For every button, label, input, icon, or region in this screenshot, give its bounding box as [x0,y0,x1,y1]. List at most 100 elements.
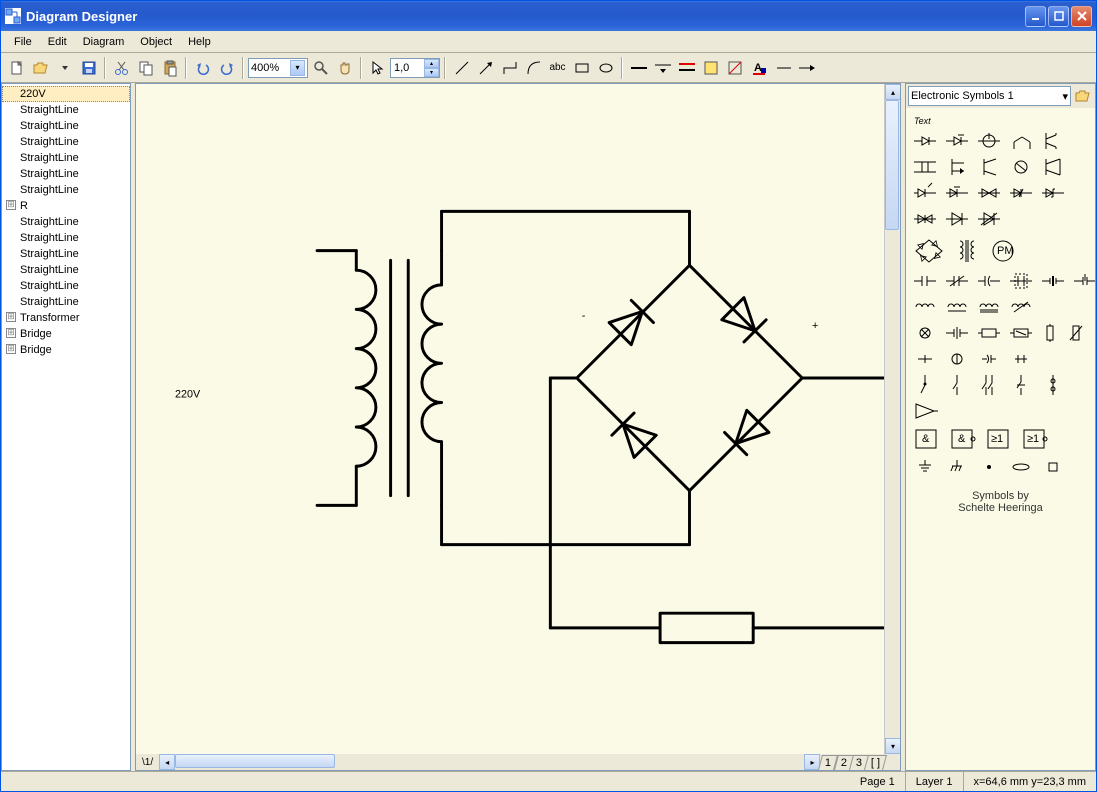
textcolor-button[interactable]: A [747,56,770,79]
tree-item[interactable]: R [2,198,130,214]
vertical-scrollbar[interactable]: ▴ ▾ [884,84,900,754]
new-button[interactable] [5,56,28,79]
symbol-item[interactable] [1074,272,1095,290]
tree-item[interactable]: StraightLine [2,150,130,166]
symbol-item[interactable] [1010,158,1032,176]
linestyle-solid-button[interactable] [627,56,650,79]
symbol-item[interactable] [946,210,968,228]
menu-diagram[interactable]: Diagram [76,34,132,50]
symbol-item[interactable] [946,298,968,316]
symbol-item[interactable] [914,376,936,394]
symbol-node[interactable] [978,458,1000,476]
symbol-item[interactable] [1042,376,1064,394]
paste-button[interactable] [158,56,181,79]
symbol-gate[interactable]: ≥1 [1022,428,1048,450]
zoom-combo[interactable]: 400% ▾ [248,58,308,78]
open-button[interactable] [29,56,52,79]
palette-text-tool[interactable]: Text [914,116,1087,126]
spin-up-icon[interactable]: ▴ [424,59,439,68]
symbol-item[interactable] [1042,132,1064,150]
tree-item[interactable]: StraightLine [2,230,130,246]
symbol-item[interactable] [946,132,968,150]
symbol-item[interactable] [978,350,1000,368]
open-dropdown-button[interactable] [53,56,76,79]
symbol-gate[interactable]: & [914,428,940,450]
symbol-gate[interactable]: ≥1 [986,428,1012,450]
symbol-item[interactable] [1042,272,1064,290]
menu-edit[interactable]: Edit [41,34,74,50]
symbol-item[interactable] [1010,184,1032,202]
symbol-item[interactable] [1010,272,1032,290]
tree-item[interactable]: 220V [2,86,130,102]
symbol-item[interactable] [978,184,1000,202]
object-tree[interactable]: 220VStraightLineStraightLineStraightLine… [1,83,131,771]
scroll-up-icon[interactable]: ▴ [885,84,901,100]
arrowend-button[interactable] [795,56,818,79]
pointer-tool[interactable] [366,56,389,79]
symbol-item[interactable] [1042,158,1064,176]
tree-item[interactable]: StraightLine [2,166,130,182]
palette-dropdown-icon[interactable]: ▾ [1062,90,1068,103]
menu-file[interactable]: File [7,34,39,50]
symbol-item[interactable] [946,376,968,394]
tree-item[interactable]: Bridge [2,326,130,342]
symbol-item[interactable] [978,158,1000,176]
minimize-button[interactable] [1025,6,1046,27]
pan-hand-button[interactable] [333,56,356,79]
symbol-item[interactable] [946,184,968,202]
symbol-item[interactable] [1010,298,1032,316]
symbol-item[interactable] [1042,184,1064,202]
page-tab-new[interactable]: [ ] [864,755,887,770]
fillcolor2-button[interactable] [723,56,746,79]
linewidth-spinner[interactable]: 1,0 ▴▾ [390,58,440,78]
symbol-transformer[interactable] [954,238,980,264]
tree-item[interactable]: StraightLine [2,262,130,278]
tree-item[interactable]: StraightLine [2,182,130,198]
symbol-opamp[interactable] [914,402,938,420]
curve-tool[interactable] [522,56,545,79]
symbol-item[interactable] [1042,324,1058,342]
symbol-item[interactable] [978,324,1000,342]
symbol-item[interactable] [914,184,936,202]
canvas[interactable]: 220V [135,83,901,771]
maximize-button[interactable] [1048,6,1069,27]
spin-down-icon[interactable]: ▾ [424,68,439,77]
symbol-item[interactable] [914,298,936,316]
tree-item[interactable]: Transformer [2,310,130,326]
tree-item[interactable]: StraightLine [2,134,130,150]
arrowstart-button[interactable] [771,56,794,79]
arrow-tool[interactable] [474,56,497,79]
zoom-fit-button[interactable] [309,56,332,79]
symbol-item[interactable] [946,324,968,342]
tree-item[interactable]: StraightLine [2,278,130,294]
symbol-item[interactable] [1010,350,1032,368]
redo-button[interactable] [215,56,238,79]
zoom-dropdown-icon[interactable]: ▾ [290,60,305,76]
scroll-down-icon[interactable]: ▾ [885,738,901,754]
tree-item[interactable]: StraightLine [2,214,130,230]
symbol-motor[interactable]: PM [990,238,1016,264]
symbol-item[interactable] [1010,376,1032,394]
symbol-item[interactable] [946,350,968,368]
symbol-connector[interactable] [1042,458,1064,476]
symbol-gate[interactable]: & [950,428,976,450]
symbol-ground[interactable] [914,458,936,476]
horizontal-scrollbar[interactable] [175,754,804,770]
symbol-item[interactable] [1010,132,1032,150]
scroll-left-icon[interactable]: ◂ [159,754,175,770]
symbol-ground2[interactable] [946,458,968,476]
tree-item[interactable]: Bridge [2,342,130,358]
symbol-item[interactable] [946,272,968,290]
symbol-item[interactable] [914,158,936,176]
cut-button[interactable] [110,56,133,79]
symbol-item[interactable] [1068,324,1084,342]
symbol-item[interactable] [946,158,968,176]
symbol-item[interactable] [978,132,1000,150]
tree-item[interactable]: StraightLine [2,294,130,310]
palette-open-button[interactable] [1073,86,1093,106]
symbol-item[interactable] [914,210,936,228]
tree-item[interactable]: StraightLine [2,102,130,118]
linecolor-button[interactable] [675,56,698,79]
close-button[interactable] [1071,6,1092,27]
symbol-item[interactable] [914,132,936,150]
